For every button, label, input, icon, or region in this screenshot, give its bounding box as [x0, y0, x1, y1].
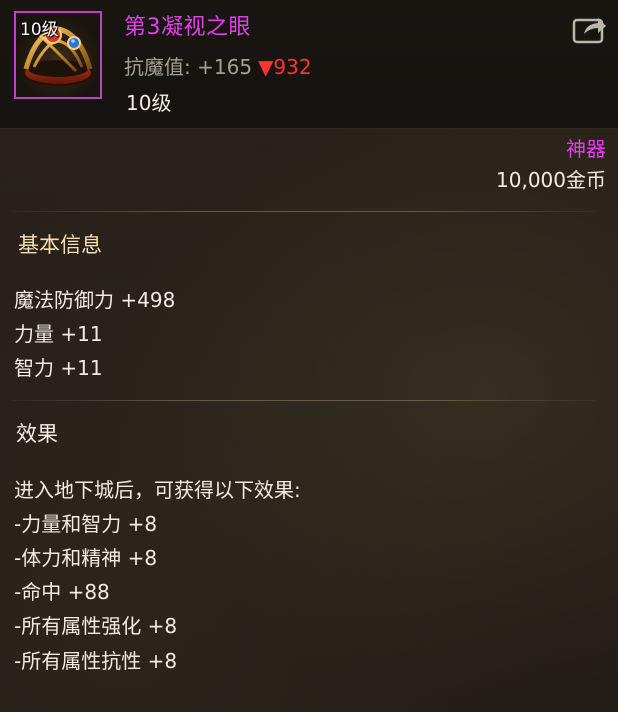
icon-level-badge: 10级 [20, 20, 59, 40]
rarity-label: 神器 [566, 137, 606, 161]
effect-line: -命中 +88 [14, 580, 110, 604]
effect-line: 进入地下城后，可获得以下效果: [14, 478, 301, 502]
effect-line: -所有属性抗性 +8 [14, 649, 178, 673]
resist-stat-value: +165 [197, 55, 253, 79]
item-tooltip: 10级 第3凝视之眼 抗魔值: +165 ▼932 10级 神器 10,000金币… [0, 0, 618, 712]
effect-line: -体力和精神 +8 [14, 546, 158, 570]
price-label: 10,000金币 [496, 168, 606, 192]
basic-stat-line: 魔法防御力 +498 [14, 288, 176, 312]
item-level: 10级 [126, 91, 172, 115]
share-export-icon[interactable] [572, 14, 608, 44]
resist-stat-diff: ▼932 [258, 55, 312, 79]
tooltip-header: 10级 第3凝视之眼 抗魔值: +165 ▼932 10级 [0, 0, 618, 129]
item-name: 第3凝视之眼 [124, 15, 251, 40]
resist-stat-line: 抗魔值: +165 ▼932 [124, 51, 312, 80]
effect-line: -所有属性强化 +8 [14, 614, 178, 638]
divider [12, 211, 596, 212]
ring-with-gems-icon: 10级 [14, 11, 102, 99]
effect-line: -力量和智力 +8 [14, 512, 158, 536]
basic-stat-line: 智力 +11 [14, 356, 103, 380]
resist-stat-label: 抗魔值: [124, 55, 191, 79]
basic-stat-line: 力量 +11 [14, 322, 103, 346]
divider [12, 400, 596, 401]
basic-info-title: 基本信息 [18, 233, 102, 257]
effect-title: 效果 [16, 422, 58, 446]
